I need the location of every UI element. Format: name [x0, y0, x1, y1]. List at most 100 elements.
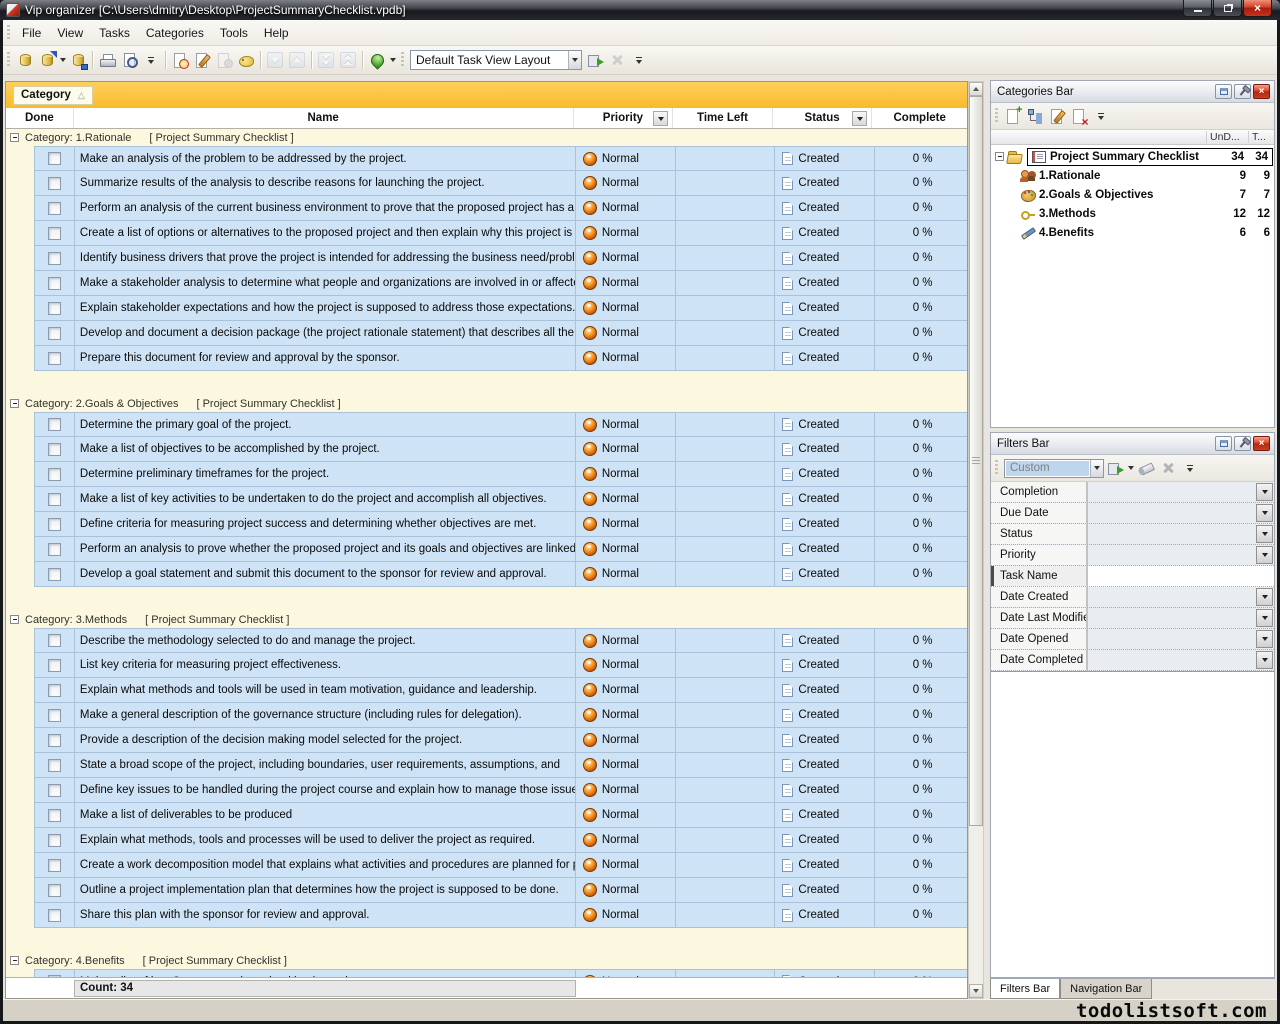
filter-dropdown-button[interactable] — [1256, 588, 1273, 606]
task-checkbox[interactable] — [48, 302, 61, 315]
task-row[interactable]: Outline a project implementation plan th… — [34, 878, 967, 903]
filter-row-task-name[interactable]: Task Name — [991, 566, 1274, 587]
filter-row-due-date[interactable]: Due Date — [991, 503, 1274, 524]
pin-panel-button[interactable] — [1234, 436, 1251, 451]
scroll-up-button[interactable] — [969, 82, 983, 96]
task-row[interactable]: Make a list of key activities to be unde… — [34, 487, 967, 512]
task-row[interactable]: Make a stakeholder analysis to determine… — [34, 271, 967, 296]
filter-value[interactable] — [1088, 545, 1255, 565]
filter-value[interactable] — [1088, 482, 1255, 502]
task-checkbox[interactable] — [48, 809, 61, 822]
filter-input[interactable] — [1088, 566, 1274, 586]
priority-filter-button[interactable] — [653, 111, 668, 126]
task-checkbox[interactable] — [48, 568, 61, 581]
tab-navigation-bar[interactable]: Navigation Bar — [1060, 979, 1152, 999]
task-checkbox[interactable] — [48, 834, 61, 847]
apply-filter-button[interactable] — [1104, 457, 1126, 479]
collapse-icon[interactable] — [10, 956, 19, 965]
filter-value[interactable] — [1088, 524, 1255, 544]
collapse-icon[interactable] — [995, 152, 1004, 161]
dock-panel-button[interactable] — [1215, 84, 1232, 99]
task-checkbox[interactable] — [48, 734, 61, 747]
task-checkbox[interactable] — [48, 352, 61, 365]
task-row[interactable]: Perform an analysis to prove whether the… — [34, 537, 967, 562]
filter-dropdown-button[interactable] — [1256, 483, 1273, 501]
layout-combo[interactable]: Default Task View Layout — [410, 50, 582, 70]
category-group-header[interactable]: Category: 4.Benefits[ Project Summary Ch… — [6, 952, 967, 969]
scrollbar-thumb[interactable] — [969, 96, 983, 826]
print-preview-button[interactable] — [118, 49, 140, 71]
vertical-scrollbar[interactable] — [968, 81, 984, 999]
menu-view[interactable]: View — [49, 22, 91, 44]
share-button[interactable] — [366, 49, 388, 71]
filter-row-status[interactable]: Status — [991, 524, 1274, 545]
collapse-icon[interactable] — [10, 399, 19, 408]
print-button[interactable] — [96, 49, 118, 71]
new-database-button[interactable] — [14, 49, 36, 71]
filter-value[interactable] — [1088, 650, 1255, 670]
close-panel-button[interactable]: × — [1253, 436, 1270, 451]
task-row[interactable]: Make a list of key Outcomes to be gained… — [34, 969, 967, 977]
task-row[interactable]: Create a work decomposition model that e… — [34, 853, 967, 878]
task-checkbox[interactable] — [48, 252, 61, 265]
menu-categories[interactable]: Categories — [138, 22, 212, 44]
tree-item-2-goals-objectives[interactable]: 2.Goals & Objectives77 — [991, 185, 1274, 204]
task-checkbox[interactable] — [48, 659, 61, 672]
add-subcategory-button[interactable] — [1024, 105, 1046, 127]
overflow-button[interactable] — [1179, 457, 1201, 479]
filter-dropdown-button[interactable] — [1256, 546, 1273, 564]
task-row[interactable]: Make an analysis of the problem to be ad… — [34, 146, 967, 171]
task-row[interactable]: Develop a goal statement and submit this… — [34, 562, 967, 587]
column-done[interactable]: Done — [6, 108, 74, 128]
task-checkbox[interactable] — [48, 327, 61, 340]
minimize-button[interactable] — [1183, 0, 1212, 17]
filter-value[interactable] — [1088, 503, 1255, 523]
tree-item-1-rationale[interactable]: 1.Rationale99 — [991, 166, 1274, 185]
menu-help[interactable]: Help — [256, 22, 297, 44]
column-name[interactable]: Name — [74, 108, 574, 128]
filter-preset-combo[interactable]: Custom — [1004, 459, 1104, 478]
menu-file[interactable]: File — [14, 22, 49, 44]
overflow-button[interactable] — [1090, 105, 1112, 127]
task-checkbox[interactable] — [48, 152, 61, 165]
column-total[interactable]: T... — [1248, 131, 1274, 143]
task-row[interactable]: Make a list of deliverables to be produc… — [34, 803, 967, 828]
task-row[interactable]: Define criteria for measuring project su… — [34, 512, 967, 537]
tree-item-3-methods[interactable]: 3.Methods1212 — [991, 204, 1274, 223]
task-checkbox[interactable] — [48, 543, 61, 556]
scroll-down-button[interactable] — [969, 984, 983, 998]
category-group-header[interactable]: Category: 3.Methods[ Project Summary Che… — [6, 611, 967, 628]
task-checkbox[interactable] — [48, 709, 61, 722]
task-checkbox[interactable] — [48, 759, 61, 772]
task-checkbox[interactable] — [48, 277, 61, 290]
filter-dropdown-button[interactable] — [1256, 651, 1273, 669]
edit-category-button[interactable] — [1046, 105, 1068, 127]
filter-row-date-opened[interactable]: Date Opened — [991, 629, 1274, 650]
task-row[interactable]: Identify business drivers that prove the… — [34, 246, 967, 271]
add-category-button[interactable] — [1002, 105, 1024, 127]
filter-value[interactable] — [1088, 587, 1255, 607]
task-row[interactable]: Make a general description of the govern… — [34, 703, 967, 728]
remove-filter-button[interactable] — [1157, 457, 1179, 479]
filter-value[interactable] — [1088, 608, 1255, 628]
filter-row-completion[interactable]: Completion — [991, 482, 1274, 503]
clear-filter-button[interactable] — [1135, 457, 1157, 479]
filter-preset-dropdown[interactable] — [1090, 460, 1103, 477]
task-checkbox[interactable] — [48, 884, 61, 897]
filter-dropdown-button[interactable] — [1256, 504, 1273, 522]
filter-dropdown-button[interactable] — [1256, 609, 1273, 627]
layout-combo-dropdown[interactable] — [568, 51, 581, 69]
filter-row-date-last-modified[interactable]: Date Last Modified — [991, 608, 1274, 629]
column-complete[interactable]: Complete — [872, 108, 967, 128]
delete-category-button[interactable] — [1068, 105, 1090, 127]
save-database-button[interactable] — [67, 49, 89, 71]
dropdown-arrow-icon[interactable] — [388, 51, 397, 69]
category-group-header[interactable]: Category: 1.Rationale[ Project Summary C… — [6, 129, 967, 146]
filter-value[interactable] — [1088, 629, 1255, 649]
task-row[interactable]: Provide a description of the decision ma… — [34, 728, 967, 753]
task-row[interactable]: Summarize results of the analysis to des… — [34, 171, 967, 196]
group-by-category-button[interactable]: Category △ — [13, 86, 93, 105]
selected-tree-item[interactable]: Project Summary Checklist3434 — [1027, 148, 1273, 166]
menu-tasks[interactable]: Tasks — [91, 22, 138, 44]
new-task-button[interactable] — [169, 49, 191, 71]
